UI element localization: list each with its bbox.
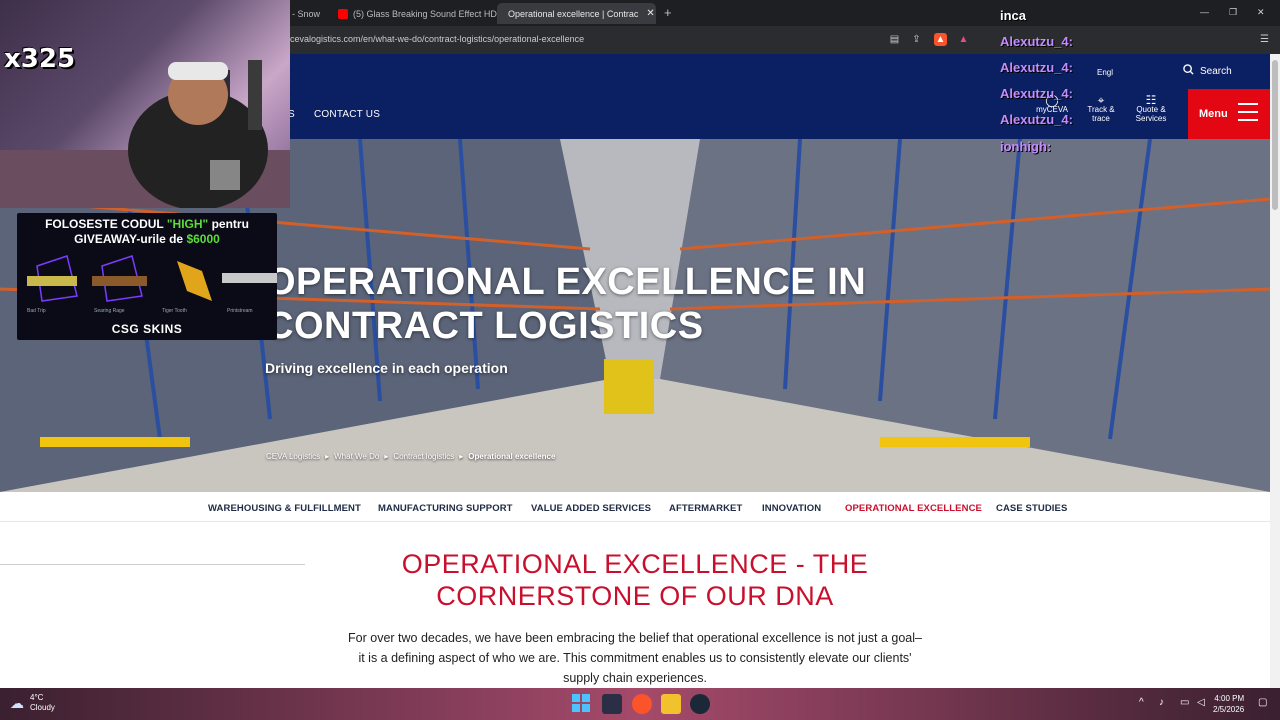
start-icon[interactable] [572, 694, 592, 714]
tray-chevron-icon[interactable]: ^ [1139, 697, 1144, 708]
menu-label: Menu [1199, 108, 1228, 120]
clock-time: 4:00 PM [1214, 694, 1245, 703]
brave-browser-icon[interactable] [632, 694, 652, 714]
subnav-innovation[interactable]: INNOVATION [762, 503, 821, 514]
tab-operational-excellence[interactable]: Operational excellence | Contrac ✕ [497, 3, 656, 24]
tab-title: Operational excellence | Contrac [508, 8, 639, 19]
subnav-value-added[interactable]: VALUE ADDED SERVICES [531, 503, 651, 514]
breadcrumb-separator: ▸ [459, 452, 464, 461]
breadcrumb-separator: ▸ [325, 452, 330, 461]
search-icon [1183, 64, 1194, 78]
weather-condition: Cloudy [30, 703, 55, 712]
volume-icon[interactable]: ♪ [1159, 697, 1164, 708]
share-icon[interactable]: ⇪ [910, 33, 923, 46]
hero-title: OPERATIONAL EXCELLENCE IN CONTRACT LOGIS… [266, 260, 866, 348]
system-clock[interactable]: 4:00 PM 2/5/2026 [1213, 693, 1244, 715]
breadcrumb-item[interactable]: CEVA Logistics [266, 452, 320, 461]
breadcrumb-item[interactable]: What We Do [334, 452, 379, 461]
giveaway-promo-banner: FOLOSESTE CODUL "HIGH" pentru GIVEAWAY-u… [17, 213, 277, 340]
promo-amount: $6000 [186, 232, 220, 246]
restore-icon[interactable]: ❐ [1229, 7, 1237, 18]
weather-temp: 4°C [30, 693, 44, 702]
emote-counter: x325 [4, 44, 76, 74]
notification-icon[interactable]: ▢ [1258, 697, 1267, 708]
breadcrumb-separator: ▸ [384, 452, 389, 461]
subnav-operational-excellence[interactable]: OPERATIONAL EXCELLENCE [845, 503, 982, 514]
streamer-video [0, 60, 290, 208]
section-body: For over two decades, we have been embra… [320, 628, 950, 688]
body-line: supply chain experiences. [563, 671, 707, 685]
minimize-icon[interactable]: — [1200, 7, 1209, 17]
skin-label: Tiger Tooth [162, 308, 187, 314]
hamburger-icon [1238, 103, 1258, 123]
cloud-icon: ☁ [10, 695, 24, 711]
clock-date: 2/5/2026 [1213, 705, 1245, 714]
url-field[interactable]: cevalogistics.com/en/what-we-do/contract… [290, 34, 584, 44]
subnav-warehousing[interactable]: WAREHOUSING & FULFILLMENT [208, 503, 361, 514]
speaker-icon[interactable]: ◁ [1197, 697, 1205, 708]
breadcrumb-item[interactable]: Contract logistics [393, 452, 454, 461]
chat-username: ionhigh: [1000, 139, 1052, 154]
breadcrumb: CEVA Logistics ▸ What We Do ▸ Contract l… [266, 452, 555, 461]
brave-rewards-icon[interactable]: ▲ [957, 33, 970, 46]
skin-label: Searing Rage [94, 308, 125, 314]
section-title-line2: CORNERSTONE OF OUR DNA [436, 581, 834, 611]
chat-username: Alexutzu_4: [1000, 34, 1073, 49]
close-tab-icon[interactable]: ✕ [646, 8, 654, 19]
tab-title: (5) Glass Breaking Sound Effect HD | [353, 8, 502, 19]
tab-glass-breaking[interactable]: (5) Glass Breaking Sound Effect HD | [338, 3, 502, 24]
search-label: Search [1200, 65, 1232, 77]
subnav-aftermarket[interactable]: AFTERMARKET [669, 503, 742, 514]
chat-overlay: inca Alexutzu_4: Alexutzu_4: Alexutzu_4:… [996, 0, 1138, 190]
section-title: OPERATIONAL EXCELLENCE - THE CORNERSTONE… [335, 548, 935, 612]
subnav-manufacturing[interactable]: MANUFACTURING SUPPORT [378, 503, 513, 514]
brave-shields-icon[interactable]: ▲ [934, 33, 947, 46]
promo-text: pentru [208, 217, 249, 231]
youtube-icon [338, 8, 348, 19]
section-subnav: WAREHOUSING & FULFILLMENT MANUFACTURING … [0, 492, 1270, 522]
subnav-case-studies[interactable]: CASE STUDIES [996, 503, 1067, 514]
weather-text: 4°C Cloudy [30, 693, 55, 713]
webcam-overlay: x325 [0, 0, 290, 208]
body-line: For over two decades, we have been embra… [348, 631, 922, 645]
csgoskins-logo: CSG SKINS [111, 322, 183, 336]
chat-username: Alexutzu_4: [1000, 86, 1073, 101]
reader-mode-icon[interactable]: ▤ [888, 33, 901, 46]
breadcrumb-current: Operational excellence [468, 452, 556, 461]
tab-snow[interactable]: - Snow [292, 3, 320, 24]
section-title-line1: OPERATIONAL EXCELLENCE - THE [401, 549, 869, 579]
weapon-skins-graphic [27, 255, 277, 302]
skin-label: Printstream [227, 308, 253, 314]
promo-text: GIVEAWAY-urile de [74, 232, 187, 246]
section-divider [0, 564, 305, 565]
task-view-icon[interactable] [602, 694, 622, 714]
promo-line1: FOLOSESTE CODUL "HIGH" pentru [17, 217, 277, 231]
contact-us-link[interactable]: CONTACT US [314, 109, 380, 120]
hero-title-line2: CONTRACT LOGISTICS [266, 305, 704, 347]
menu-button[interactable]: Menu [1188, 89, 1270, 139]
network-icon[interactable]: ▭ [1180, 697, 1189, 708]
body-line: it is a defining aspect of who we are. T… [358, 651, 912, 665]
scrollbar-thumb[interactable] [1272, 60, 1278, 210]
file-explorer-icon[interactable] [661, 694, 681, 714]
chat-message: inca [1000, 8, 1027, 23]
tab-title: - Snow [292, 8, 321, 19]
promo-text: FOLOSESTE CODUL [45, 217, 167, 231]
skin-label: Bad Trip [27, 308, 46, 314]
hero-title-line1: OPERATIONAL EXCELLENCE IN [266, 261, 867, 303]
new-tab-button[interactable]: + [664, 5, 672, 20]
browser-menu-icon[interactable]: ☰ [1258, 33, 1271, 46]
search-button[interactable]: Search [1183, 64, 1232, 78]
hero-subtitle: Driving excellence in each operation [265, 360, 508, 376]
steam-icon[interactable] [690, 694, 710, 714]
weather-widget[interactable]: ☁ 4°C Cloudy [10, 693, 55, 713]
close-window-icon[interactable]: ✕ [1257, 7, 1265, 18]
promo-line2: GIVEAWAY-urile de $6000 [17, 232, 277, 246]
promo-code: "HIGH" [166, 217, 209, 231]
chat-username: Alexutzu_4: [1000, 60, 1073, 75]
chat-username: Alexutzu_4: [1000, 112, 1073, 127]
